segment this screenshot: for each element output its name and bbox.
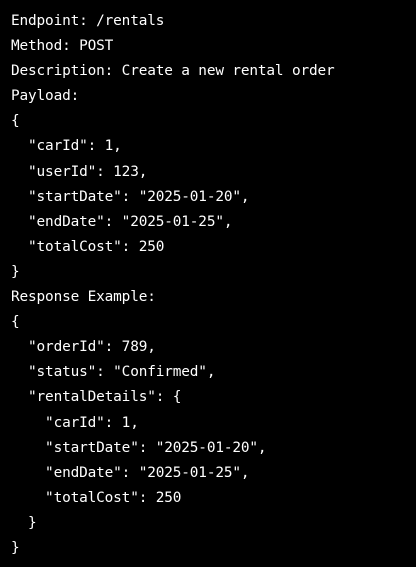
payload-user-id-line: "userId": 123, bbox=[11, 163, 148, 180]
response-label-line: Response Example: bbox=[11, 289, 156, 306]
payload-close-brace: } bbox=[11, 263, 20, 280]
response-order-id-line: "orderId": 789, bbox=[11, 339, 156, 356]
payload-label-line: Payload: bbox=[11, 88, 80, 105]
payload-open-brace: { bbox=[11, 113, 20, 130]
rental-details-close-brace: } bbox=[11, 514, 37, 531]
method-line: Method: POST bbox=[11, 38, 114, 55]
endpoint-line: Endpoint: /rentals bbox=[11, 13, 165, 29]
response-open-brace: { bbox=[11, 314, 20, 331]
payload-total-cost-line: "totalCost": 250 bbox=[11, 238, 165, 255]
response-rental-details-line: "rentalDetails": { bbox=[11, 389, 182, 406]
rental-total-cost-line: "totalCost": 250 bbox=[11, 489, 182, 506]
payload-end-date-line: "endDate": "2025-01-25", bbox=[11, 213, 233, 230]
response-close-brace: } bbox=[11, 539, 20, 556]
description-line: Description: Create a new rental order bbox=[11, 63, 335, 80]
payload-start-date-line: "startDate": "2025-01-20", bbox=[11, 188, 250, 205]
response-status-line: "status": "Confirmed", bbox=[11, 364, 216, 381]
payload-car-id-line: "carId": 1, bbox=[11, 138, 122, 155]
code-block: Endpoint: /rentals Method: POST Descript… bbox=[0, 0, 416, 567]
rental-start-date-line: "startDate": "2025-01-20", bbox=[11, 439, 267, 456]
rental-car-id-line: "carId": 1, bbox=[11, 414, 139, 431]
rental-end-date-line: "endDate": "2025-01-25", bbox=[11, 464, 250, 481]
